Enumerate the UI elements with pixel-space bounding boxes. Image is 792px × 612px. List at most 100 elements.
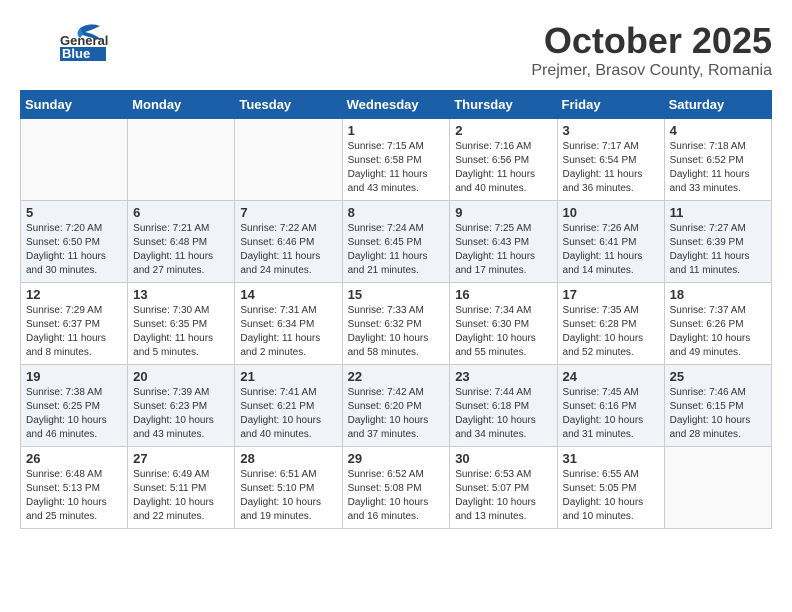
- day-number: 25: [670, 369, 766, 384]
- calendar-cell: [128, 119, 235, 201]
- day-detail: Sunrise: 7:34 AM Sunset: 6:30 PM Dayligh…: [455, 304, 551, 360]
- calendar-cell: 28 Sunrise: 6:51 AM Sunset: 5:10 PM Dayli…: [235, 447, 342, 529]
- calendar-cell: 8Sunrise: 7:24 AM Sunset: 6:45 PM Daylig…: [342, 201, 450, 283]
- day-number: 30: [455, 451, 551, 466]
- day-number: 7: [240, 205, 336, 220]
- calendar-cell: 19 Sunrise: 7:38 AM Sunset: 6:25 PM Dayli…: [21, 365, 128, 447]
- day-detail: Sunrise: 7:38 AM Sunset: 6:25 PM Dayligh…: [26, 386, 122, 442]
- day-number: 21: [240, 369, 336, 384]
- day-number: 18: [670, 287, 766, 302]
- day-number: 19: [26, 369, 122, 384]
- day-detail: Sunrise: 7:18 AM Sunset: 6:52 PM Dayligh…: [670, 140, 766, 196]
- calendar-cell: 10Sunrise: 7:26 AM Sunset: 6:41 PM Dayli…: [557, 201, 664, 283]
- day-detail: Sunrise: 6:55 AM Sunset: 5:05 PM Dayligh…: [563, 468, 659, 524]
- calendar-cell: 15Sunrise: 7:33 AM Sunset: 6:32 PM Dayli…: [342, 283, 450, 365]
- calendar-cell: 12 Sunrise: 7:29 AM Sunset: 6:37 PM Dayli…: [21, 283, 128, 365]
- title-block: October 2025 Prejmer, Brasov County, Rom…: [531, 20, 772, 80]
- weekday-header: Monday: [128, 91, 235, 119]
- weekday-header: Saturday: [664, 91, 771, 119]
- calendar-week-row: 19 Sunrise: 7:38 AM Sunset: 6:25 PM Dayli…: [21, 365, 772, 447]
- calendar-cell: 18 Sunrise: 7:37 AM Sunset: 6:26 PM Dayli…: [664, 283, 771, 365]
- day-number: 23: [455, 369, 551, 384]
- day-detail: Sunrise: 6:53 AM Sunset: 5:07 PM Dayligh…: [455, 468, 551, 524]
- day-number: 26: [26, 451, 122, 466]
- calendar-cell: 1 Sunrise: 7:15 AM Sunset: 6:58 PM Daylig…: [342, 119, 450, 201]
- weekday-header: Thursday: [450, 91, 557, 119]
- day-detail: Sunrise: 7:21 AM Sunset: 6:48 PM Dayligh…: [133, 222, 229, 278]
- day-number: 3: [563, 123, 659, 138]
- calendar-cell: 3 Sunrise: 7:17 AM Sunset: 6:54 PM Daylig…: [557, 119, 664, 201]
- day-number: 24: [563, 369, 659, 384]
- logo: General Blue: [20, 20, 110, 65]
- day-detail: Sunrise: 7:46 AM Sunset: 6:15 PM Dayligh…: [670, 386, 766, 442]
- day-number: 20: [133, 369, 229, 384]
- svg-text:Blue: Blue: [62, 46, 90, 61]
- day-number: 11: [670, 205, 766, 220]
- calendar-cell: 16 Sunrise: 7:34 AM Sunset: 6:30 PM Dayli…: [450, 283, 557, 365]
- calendar-cell: 21 Sunrise: 7:41 AM Sunset: 6:21 PM Dayli…: [235, 365, 342, 447]
- weekday-header-row: SundayMondayTuesdayWednesdayThursdayFrid…: [21, 91, 772, 119]
- day-number: 9: [455, 205, 551, 220]
- day-number: 27: [133, 451, 229, 466]
- calendar-cell: 2Sunrise: 7:16 AM Sunset: 6:56 PM Daylig…: [450, 119, 557, 201]
- location-title: Prejmer, Brasov County, Romania: [531, 62, 772, 80]
- calendar-cell: 29 Sunrise: 6:52 AM Sunset: 5:08 PM Dayli…: [342, 447, 450, 529]
- day-detail: Sunrise: 7:22 AM Sunset: 6:46 PM Dayligh…: [240, 222, 336, 278]
- day-detail: Sunrise: 7:30 AM Sunset: 6:35 PM Dayligh…: [133, 304, 229, 360]
- day-detail: Sunrise: 7:45 AM Sunset: 6:16 PM Dayligh…: [563, 386, 659, 442]
- day-detail: Sunrise: 7:37 AM Sunset: 6:26 PM Dayligh…: [670, 304, 766, 360]
- calendar-cell: 11 Sunrise: 7:27 AM Sunset: 6:39 PM Dayli…: [664, 201, 771, 283]
- calendar-cell: 27 Sunrise: 6:49 AM Sunset: 5:11 PM Dayli…: [128, 447, 235, 529]
- day-number: 13: [133, 287, 229, 302]
- day-number: 12: [26, 287, 122, 302]
- day-number: 29: [348, 451, 445, 466]
- calendar-cell: 7 Sunrise: 7:22 AM Sunset: 6:46 PM Daylig…: [235, 201, 342, 283]
- calendar-cell: 5 Sunrise: 7:20 AM Sunset: 6:50 PM Daylig…: [21, 201, 128, 283]
- day-detail: Sunrise: 7:16 AM Sunset: 6:56 PM Dayligh…: [455, 140, 551, 196]
- calendar-cell: 31Sunrise: 6:55 AM Sunset: 5:05 PM Dayli…: [557, 447, 664, 529]
- day-detail: Sunrise: 6:51 AM Sunset: 5:10 PM Dayligh…: [240, 468, 336, 524]
- calendar-week-row: 26Sunrise: 6:48 AM Sunset: 5:13 PM Dayli…: [21, 447, 772, 529]
- weekday-header: Tuesday: [235, 91, 342, 119]
- weekday-header: Wednesday: [342, 91, 450, 119]
- day-detail: Sunrise: 6:49 AM Sunset: 5:11 PM Dayligh…: [133, 468, 229, 524]
- day-detail: Sunrise: 7:35 AM Sunset: 6:28 PM Dayligh…: [563, 304, 659, 360]
- calendar-cell: 6 Sunrise: 7:21 AM Sunset: 6:48 PM Daylig…: [128, 201, 235, 283]
- day-number: 14: [240, 287, 336, 302]
- calendar-cell: 9 Sunrise: 7:25 AM Sunset: 6:43 PM Daylig…: [450, 201, 557, 283]
- day-detail: Sunrise: 7:39 AM Sunset: 6:23 PM Dayligh…: [133, 386, 229, 442]
- day-number: 8: [348, 205, 445, 220]
- day-detail: Sunrise: 7:41 AM Sunset: 6:21 PM Dayligh…: [240, 386, 336, 442]
- day-detail: Sunrise: 7:44 AM Sunset: 6:18 PM Dayligh…: [455, 386, 551, 442]
- calendar-week-row: 12 Sunrise: 7:29 AM Sunset: 6:37 PM Dayli…: [21, 283, 772, 365]
- day-detail: Sunrise: 7:42 AM Sunset: 6:20 PM Dayligh…: [348, 386, 445, 442]
- calendar-week-row: 1 Sunrise: 7:15 AM Sunset: 6:58 PM Daylig…: [21, 119, 772, 201]
- calendar-cell: 24 Sunrise: 7:45 AM Sunset: 6:16 PM Dayli…: [557, 365, 664, 447]
- calendar-cell: 25 Sunrise: 7:46 AM Sunset: 6:15 PM Dayli…: [664, 365, 771, 447]
- weekday-header: Sunday: [21, 91, 128, 119]
- day-detail: Sunrise: 6:52 AM Sunset: 5:08 PM Dayligh…: [348, 468, 445, 524]
- calendar-cell: 22 Sunrise: 7:42 AM Sunset: 6:20 PM Dayli…: [342, 365, 450, 447]
- day-number: 28: [240, 451, 336, 466]
- day-detail: Sunrise: 7:25 AM Sunset: 6:43 PM Dayligh…: [455, 222, 551, 278]
- day-detail: Sunrise: 7:27 AM Sunset: 6:39 PM Dayligh…: [670, 222, 766, 278]
- month-title: October 2025: [531, 20, 772, 62]
- logo-svg: General Blue: [20, 20, 110, 65]
- page-header: General Blue October 2025 Prejmer, Braso…: [20, 20, 772, 80]
- calendar-cell: 30 Sunrise: 6:53 AM Sunset: 5:07 PM Dayli…: [450, 447, 557, 529]
- day-detail: Sunrise: 7:31 AM Sunset: 6:34 PM Dayligh…: [240, 304, 336, 360]
- calendar-cell: 26Sunrise: 6:48 AM Sunset: 5:13 PM Dayli…: [21, 447, 128, 529]
- day-number: 16: [455, 287, 551, 302]
- day-detail: Sunrise: 7:17 AM Sunset: 6:54 PM Dayligh…: [563, 140, 659, 196]
- day-detail: Sunrise: 7:15 AM Sunset: 6:58 PM Dayligh…: [348, 140, 445, 196]
- day-number: 6: [133, 205, 229, 220]
- day-number: 22: [348, 369, 445, 384]
- day-number: 1: [348, 123, 445, 138]
- day-detail: Sunrise: 7:20 AM Sunset: 6:50 PM Dayligh…: [26, 222, 122, 278]
- day-number: 10: [563, 205, 659, 220]
- day-detail: Sunrise: 7:29 AM Sunset: 6:37 PM Dayligh…: [26, 304, 122, 360]
- calendar-cell: [664, 447, 771, 529]
- calendar-cell: [235, 119, 342, 201]
- day-number: 5: [26, 205, 122, 220]
- calendar-week-row: 5 Sunrise: 7:20 AM Sunset: 6:50 PM Daylig…: [21, 201, 772, 283]
